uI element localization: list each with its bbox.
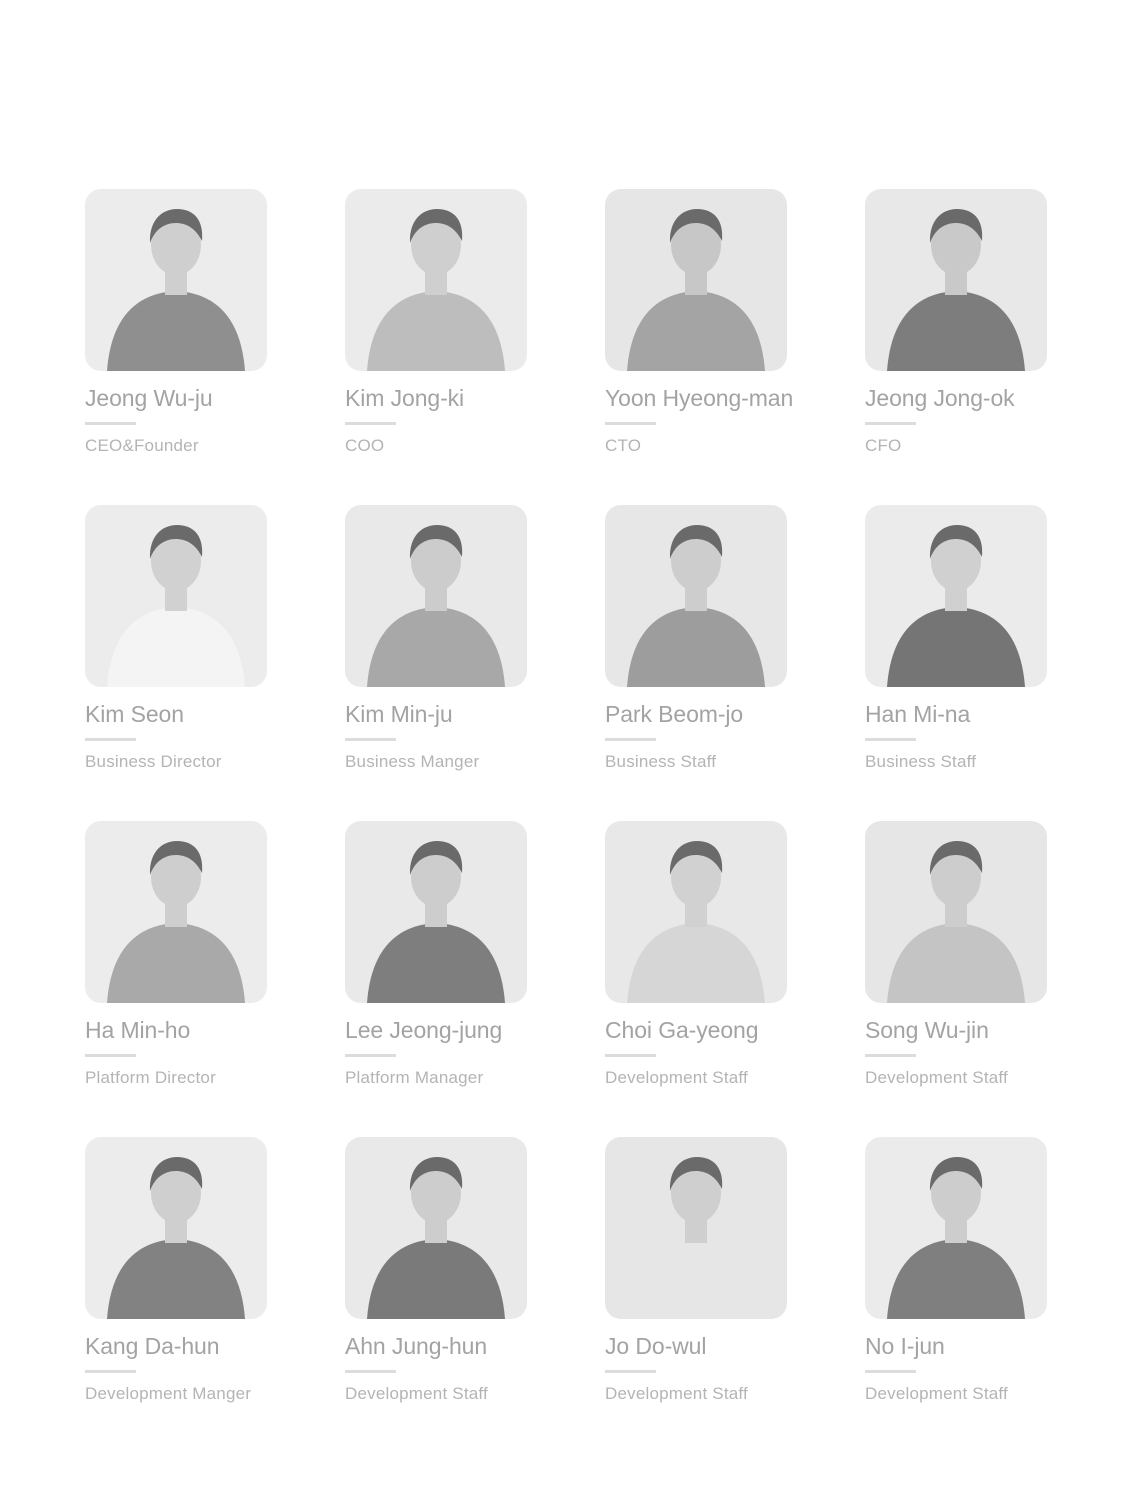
member-photo bbox=[85, 505, 267, 687]
member-photo bbox=[85, 821, 267, 1003]
member-name: Kang Da-hun bbox=[85, 1333, 220, 1359]
member-role: Platform Manager bbox=[345, 1068, 484, 1087]
member-role: Business Manger bbox=[345, 752, 480, 771]
member-photo bbox=[345, 189, 527, 371]
member-role: CTO bbox=[605, 436, 642, 455]
member-role: Development Staff bbox=[865, 1384, 1008, 1403]
team-member-card: Lee Jeong-jung Platform Manager bbox=[345, 821, 527, 1137]
portrait-image bbox=[605, 1137, 787, 1319]
member-photo bbox=[865, 505, 1047, 687]
portrait-image bbox=[345, 505, 527, 687]
name-divider bbox=[605, 1054, 656, 1057]
member-name: Jo Do-wul bbox=[605, 1333, 707, 1359]
member-photo bbox=[85, 189, 267, 371]
name-divider bbox=[85, 422, 136, 425]
member-role: Development Manger bbox=[85, 1384, 252, 1403]
team-member-card: Ahn Jung-hun Development Staff bbox=[345, 1137, 527, 1453]
name-divider bbox=[85, 738, 136, 741]
name-divider bbox=[605, 738, 656, 741]
member-role: Business Staff bbox=[605, 752, 717, 771]
team-member-card: Kim Min-ju Business Manger bbox=[345, 505, 527, 821]
team-member-card: No I-jun Development Staff bbox=[865, 1137, 1047, 1453]
team-member-card: Choi Ga-yeong Development Staff bbox=[605, 821, 787, 1137]
team-member-card: Kim Jong-ki COO bbox=[345, 189, 527, 505]
team-member-card: Kim Seon Business Director bbox=[85, 505, 267, 821]
name-divider bbox=[605, 1370, 656, 1373]
member-name: Park Beom-jo bbox=[605, 701, 744, 727]
name-divider bbox=[345, 1054, 396, 1057]
portrait-image bbox=[865, 821, 1047, 1003]
portrait-image bbox=[85, 505, 267, 687]
team-member-card: Jo Do-wul Development Staff bbox=[605, 1137, 787, 1453]
portrait-image bbox=[865, 189, 1047, 371]
member-role: COO bbox=[345, 436, 385, 455]
member-name: Yoon Hyeong-man bbox=[605, 385, 794, 411]
name-divider bbox=[85, 1054, 136, 1057]
name-divider bbox=[345, 1370, 396, 1373]
member-photo bbox=[605, 1137, 787, 1319]
portrait-image bbox=[85, 821, 267, 1003]
name-divider bbox=[85, 1370, 136, 1373]
team-grid: Jeong Wu-ju CEO&Founder Kim Jong-ki COO Yoon… bbox=[85, 189, 1047, 1453]
name-divider bbox=[345, 738, 396, 741]
member-name: Song Wu-jin bbox=[865, 1017, 989, 1043]
team-member-card: Han Mi-na Business Staff bbox=[865, 505, 1047, 821]
name-divider bbox=[865, 738, 916, 741]
portrait-image bbox=[345, 1137, 527, 1319]
portrait-image bbox=[345, 189, 527, 371]
team-member-card: Park Beom-jo Business Staff bbox=[605, 505, 787, 821]
member-role: CEO&Founder bbox=[85, 436, 199, 455]
member-name: Kim Seon bbox=[85, 701, 184, 727]
member-name: Kim Jong-ki bbox=[345, 385, 465, 411]
member-photo bbox=[345, 1137, 527, 1319]
member-photo bbox=[605, 821, 787, 1003]
portrait-image bbox=[345, 821, 527, 1003]
portrait-image bbox=[865, 1137, 1047, 1319]
member-name: Choi Ga-yeong bbox=[605, 1017, 759, 1043]
portrait-image bbox=[85, 1137, 267, 1319]
member-name: Jeong Jong-ok bbox=[865, 385, 1015, 411]
member-role: Development Staff bbox=[605, 1384, 748, 1403]
member-photo bbox=[605, 189, 787, 371]
portrait-image bbox=[865, 505, 1047, 687]
name-divider bbox=[345, 422, 396, 425]
member-name: No I-jun bbox=[865, 1333, 945, 1359]
name-divider bbox=[865, 1054, 916, 1057]
name-divider bbox=[865, 1370, 916, 1373]
member-name: Kim Min-ju bbox=[345, 701, 453, 727]
portrait-image bbox=[85, 189, 267, 371]
team-member-card: Ha Min-ho Platform Director bbox=[85, 821, 267, 1137]
member-photo bbox=[865, 1137, 1047, 1319]
member-role: CFO bbox=[865, 436, 902, 455]
member-photo bbox=[345, 505, 527, 687]
member-name: Ha Min-ho bbox=[85, 1017, 191, 1043]
portrait-image bbox=[605, 821, 787, 1003]
team-member-card: Jeong Jong-ok CFO bbox=[865, 189, 1047, 505]
team-member-card: Kang Da-hun Development Manger bbox=[85, 1137, 267, 1453]
member-role: Business Director bbox=[85, 752, 222, 771]
team-member-card: Yoon Hyeong-man CTO bbox=[605, 189, 794, 505]
member-name: Ahn Jung-hun bbox=[345, 1333, 488, 1359]
portrait-image bbox=[605, 189, 787, 371]
member-role: Development Staff bbox=[605, 1068, 748, 1087]
member-photo bbox=[605, 505, 787, 687]
member-photo bbox=[865, 821, 1047, 1003]
member-role: Platform Director bbox=[85, 1068, 216, 1087]
member-name: Lee Jeong-jung bbox=[345, 1017, 503, 1043]
name-divider bbox=[865, 422, 916, 425]
portrait-image bbox=[605, 505, 787, 687]
member-photo bbox=[865, 189, 1047, 371]
team-member-card: Song Wu-jin Development Staff bbox=[865, 821, 1047, 1137]
member-name: Han Mi-na bbox=[865, 701, 971, 727]
member-name: Jeong Wu-ju bbox=[85, 385, 213, 411]
member-role: Business Staff bbox=[865, 752, 977, 771]
member-photo bbox=[85, 1137, 267, 1319]
name-divider bbox=[605, 422, 656, 425]
member-role: Development Staff bbox=[865, 1068, 1008, 1087]
member-role: Development Staff bbox=[345, 1384, 488, 1403]
team-member-card: Jeong Wu-ju CEO&Founder bbox=[85, 189, 267, 505]
member-photo bbox=[345, 821, 527, 1003]
